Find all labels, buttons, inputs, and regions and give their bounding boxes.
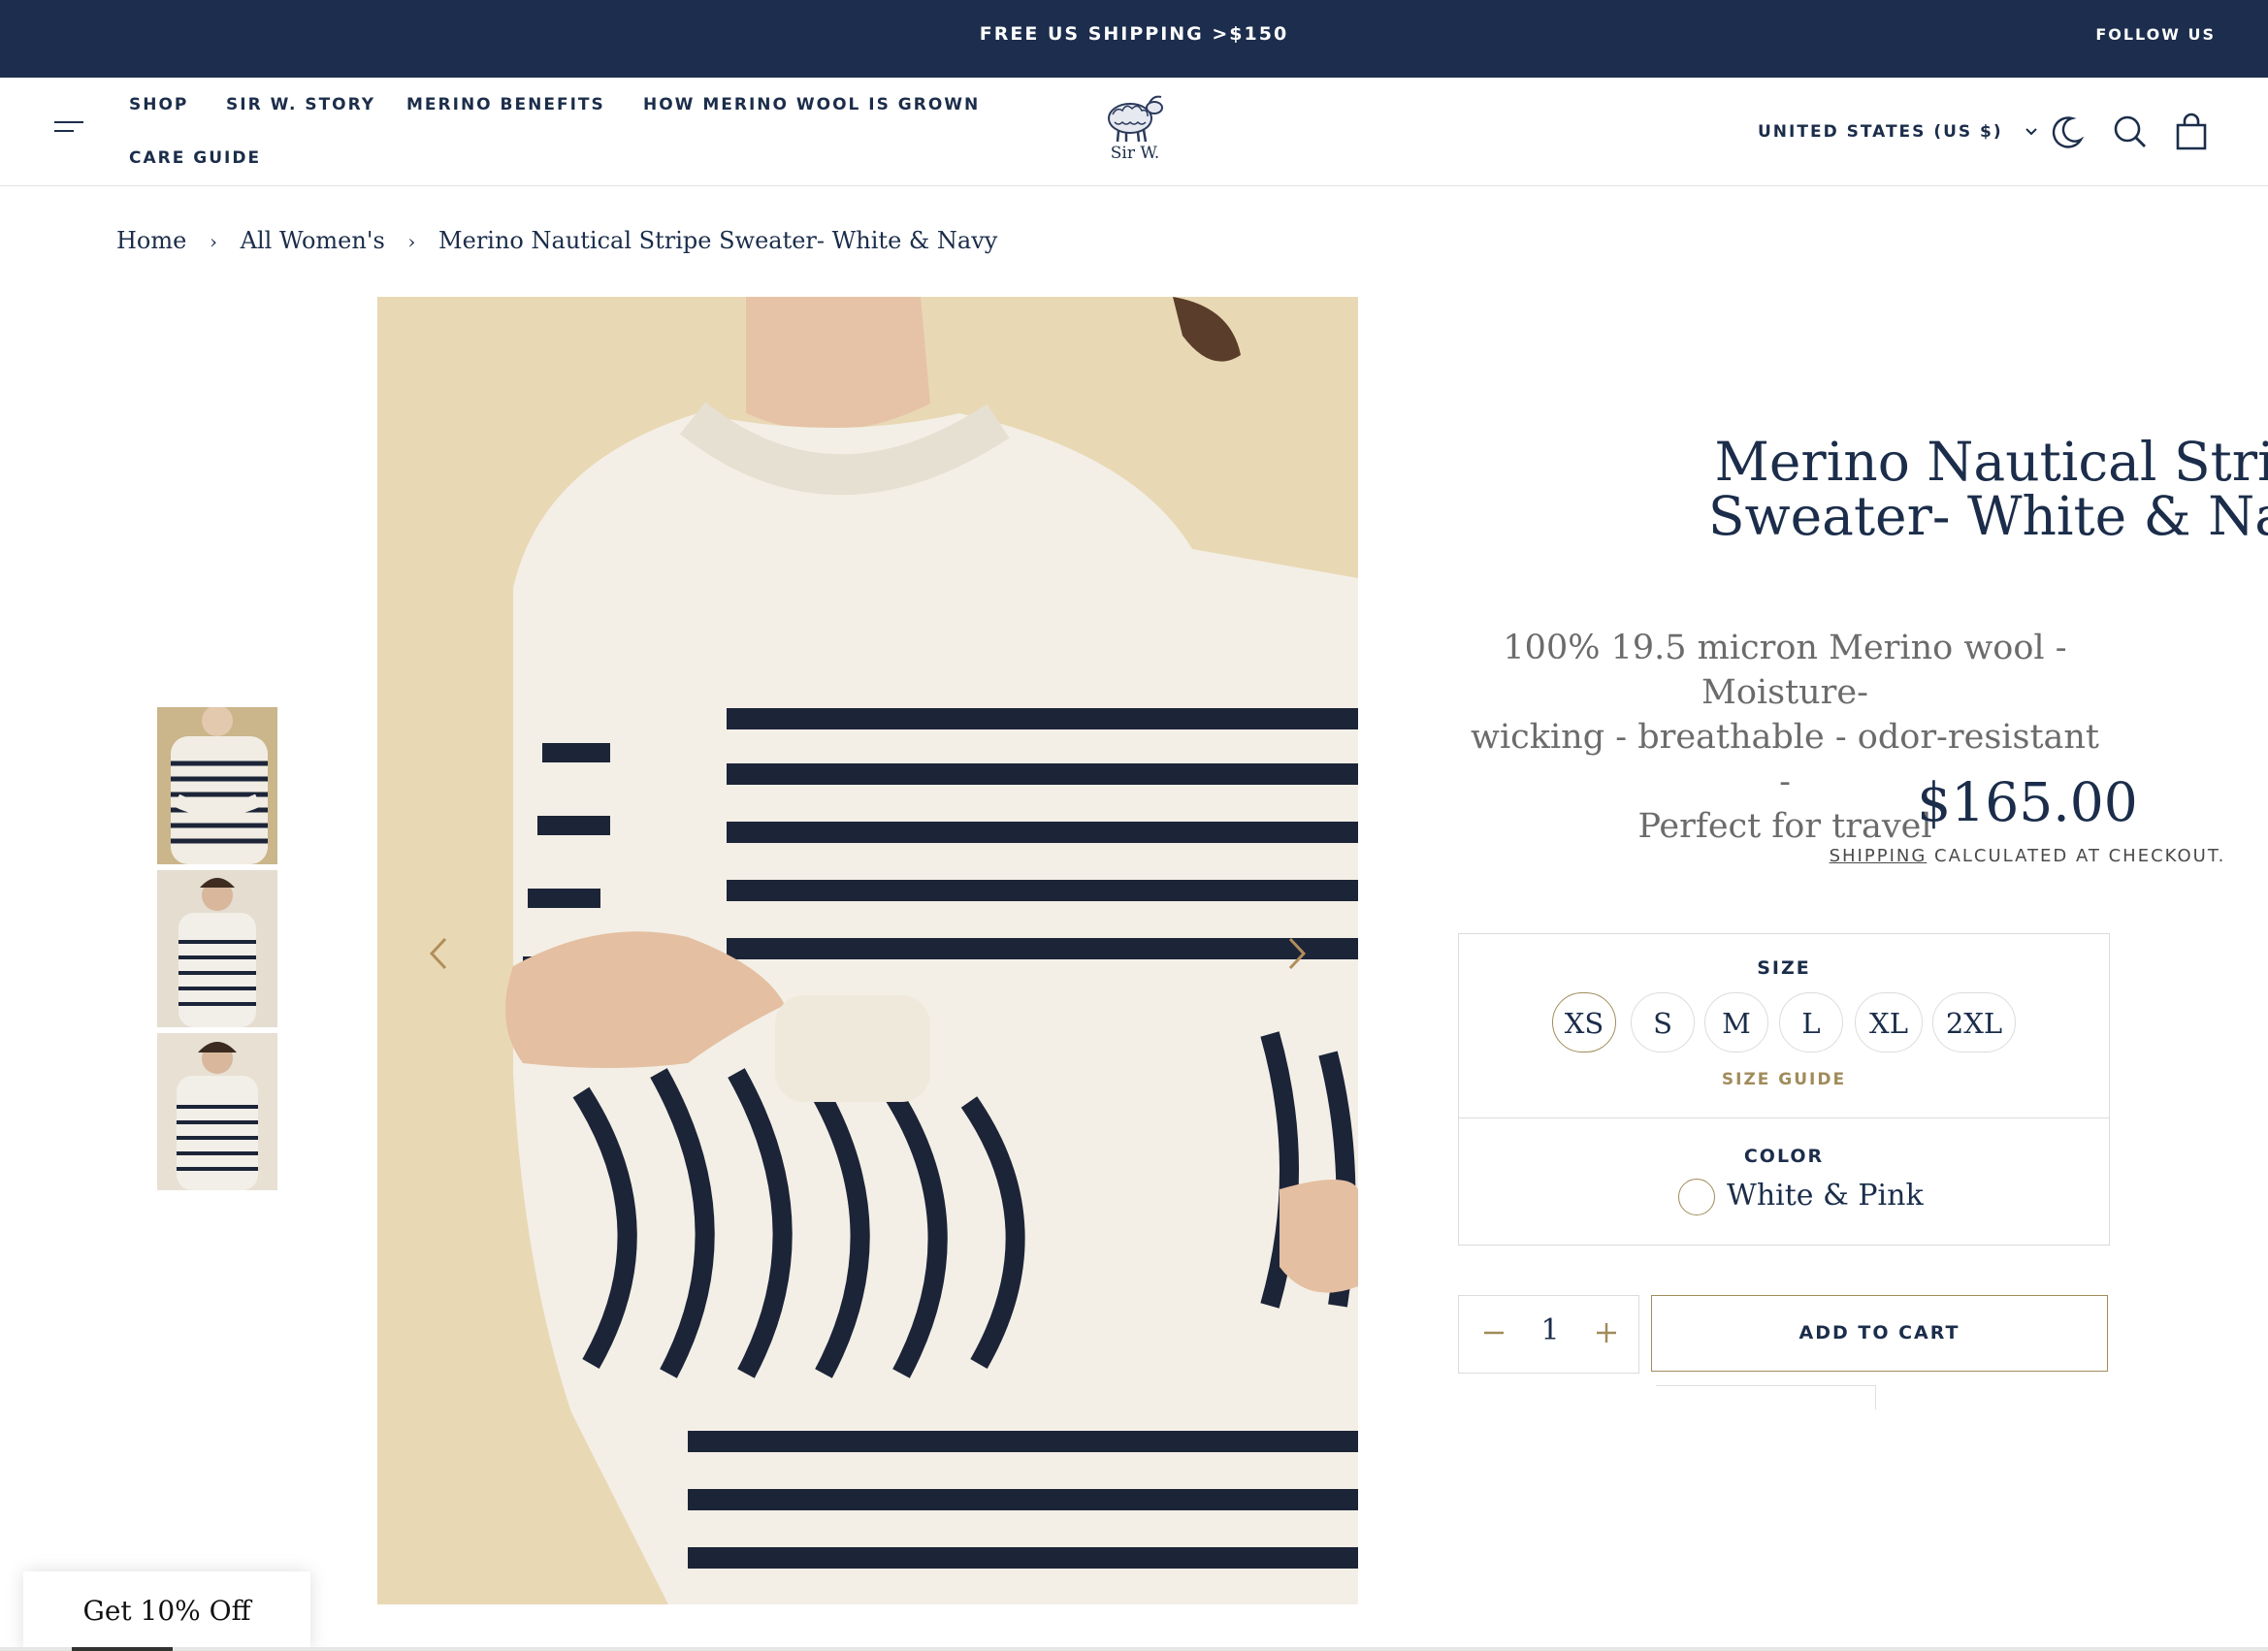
product-title-line-1: Merino Nautical Stripe: [1714, 431, 2268, 493]
sheep-icon: [1108, 95, 1163, 143]
plus-icon[interactable]: [1589, 1315, 1624, 1350]
sir-w-logo[interactable]: Sir W.: [1098, 93, 1172, 175]
shipping-note-text: CALCULATED AT CHECKOUT.: [1927, 846, 2226, 866]
breadcrumb-all-womens[interactable]: All Women's: [241, 227, 385, 254]
moon-icon[interactable]: [2049, 113, 2086, 151]
breadcrumb: Home › All Women's › Merino Nautical Str…: [116, 227, 997, 254]
country-label: UNITED STATES (US $): [1758, 122, 2003, 142]
gallery-thumbnail-2[interactable]: [157, 870, 277, 1027]
color-selector: COLOR White & Pink: [1458, 1117, 2110, 1246]
announcement-bar: FREE US SHIPPING >$150 FOLLOW US: [0, 0, 2268, 78]
shipping-link[interactable]: SHIPPING: [1830, 846, 1928, 866]
product-price: $165.00: [1917, 771, 2138, 833]
quantity-value[interactable]: 1: [1533, 1313, 1568, 1347]
site-header: SHOP SIR W. STORY MERINO BENEFITS HOW ME…: [0, 78, 2268, 186]
size-label: SIZE: [1757, 957, 1811, 979]
breadcrumb-home[interactable]: Home: [116, 227, 186, 254]
country-selector[interactable]: UNITED STATES (US $): [1758, 122, 2038, 142]
follow-us-link[interactable]: FOLLOW US: [2095, 25, 2216, 44]
nav-sir-w-story[interactable]: SIR W. STORY: [226, 95, 375, 114]
breadcrumb-separator: ›: [209, 230, 217, 253]
nav-merino-benefits[interactable]: MERINO BENEFITS: [406, 95, 605, 114]
bottom-scroll-indicator: [0, 1647, 2268, 1651]
add-to-cart-button[interactable]: ADD TO CART: [1651, 1295, 2108, 1372]
color-label: COLOR: [1743, 1146, 1825, 1167]
chevron-down-icon: [2025, 128, 2037, 136]
quantity-stepper: 1: [1458, 1295, 1639, 1374]
size-option-2xl[interactable]: 2XL: [1932, 992, 2016, 1052]
payment-button-placeholder[interactable]: [1656, 1385, 1876, 1409]
nav-shop[interactable]: SHOP: [129, 95, 188, 114]
search-icon[interactable]: [2111, 113, 2148, 151]
logo-text: Sir W.: [1110, 144, 1160, 163]
size-option-xs[interactable]: XS: [1552, 992, 1616, 1052]
size-option-m[interactable]: M: [1704, 992, 1768, 1052]
discount-popup-tab[interactable]: Get 10% Off: [23, 1571, 310, 1651]
menu-icon[interactable]: [52, 116, 85, 136]
size-option-xl[interactable]: XL: [1855, 992, 1923, 1052]
shipping-note: SHIPPING CALCULATED AT CHECKOUT.: [1455, 846, 2268, 866]
chevron-right-icon[interactable]: [1277, 929, 1315, 978]
nav-care-guide[interactable]: CARE GUIDE: [129, 148, 261, 168]
minus-icon[interactable]: [1476, 1315, 1511, 1350]
cart-icon[interactable]: [2173, 113, 2210, 151]
size-option-s[interactable]: S: [1631, 992, 1695, 1052]
description-line-1: 100% 19.5 micron Merino wool - Moisture-: [1503, 629, 2067, 712]
product-title-line-2: Sweater- White & Navy: [1707, 485, 2268, 547]
size-option-l[interactable]: L: [1779, 992, 1843, 1052]
product-main-image[interactable]: [377, 297, 1358, 1604]
announcement-message: FREE US SHIPPING >$150: [979, 23, 1289, 45]
breadcrumb-separator: ›: [407, 230, 416, 253]
breadcrumb-current: Merino Nautical Stripe Sweater- White & …: [438, 227, 998, 254]
gallery-thumbnail-1[interactable]: [157, 707, 277, 864]
nav-how-merino-wool-is-grown[interactable]: HOW MERINO WOOL IS GROWN: [643, 95, 980, 114]
size-selector: SIZE XS S M L XL 2XL SIZE GUIDE: [1458, 933, 2110, 1119]
size-guide-link[interactable]: SIZE GUIDE: [1459, 1070, 2109, 1089]
color-name: White & Pink: [1727, 1179, 1924, 1213]
scroll-indicator-thumb: [72, 1647, 173, 1651]
product-title: Merino Nautical Stripe Sweater- White & …: [1455, 435, 2268, 543]
gallery-thumbnail-3[interactable]: [157, 1033, 277, 1190]
chevron-left-icon[interactable]: [420, 929, 459, 978]
color-swatch-white-pink[interactable]: [1678, 1179, 1715, 1215]
